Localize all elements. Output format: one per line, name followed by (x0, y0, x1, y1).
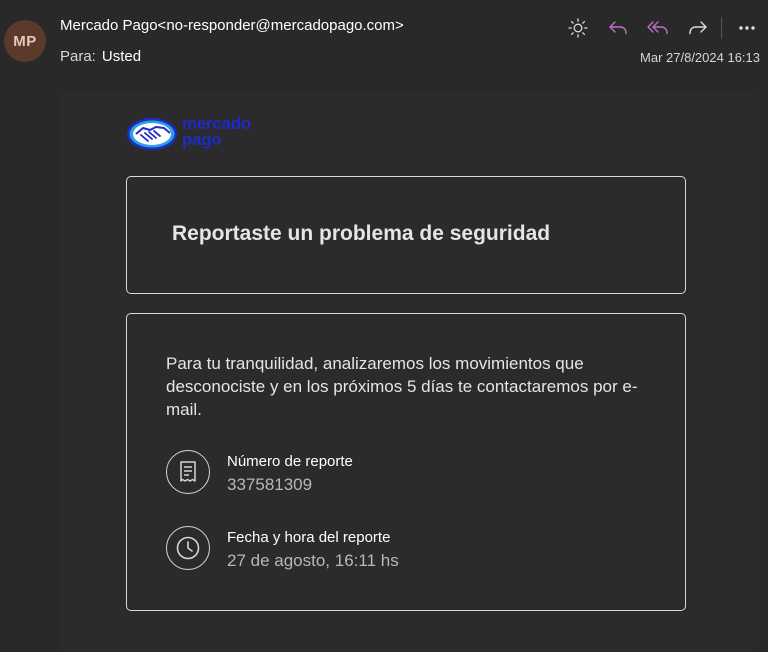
report-date-label: Fecha y hora del reporte (227, 529, 391, 546)
sun-icon (568, 18, 588, 38)
logo-wordmark: mercado pago (182, 115, 251, 149)
message-actions (553, 13, 762, 43)
more-actions-button[interactable] (732, 13, 762, 43)
logo-line2: pago (182, 130, 222, 149)
reply-all-icon (647, 21, 668, 35)
email-title: Reportaste un problema de seguridad (172, 222, 551, 245)
clock-icon (166, 526, 210, 570)
forward-icon (689, 21, 707, 35)
reply-all-button[interactable] (643, 13, 673, 43)
receipt-icon (166, 450, 210, 494)
switch-background-button[interactable] (563, 13, 593, 43)
reply-icon (609, 21, 627, 35)
email-paragraph: Para tu tranquilidad, analizaremos los m… (166, 354, 638, 419)
sender-avatar[interactable]: MP (4, 20, 46, 62)
report-number-label: Número de reporte (227, 453, 353, 470)
title-card: Reportaste un problema de seguridad (126, 176, 686, 294)
recipient-name[interactable]: Usted (102, 48, 141, 65)
toolbar-divider (721, 17, 722, 39)
to-label: Para: (60, 48, 96, 65)
reply-button[interactable] (603, 13, 633, 43)
email-body: mercado pago Reportaste un problema de s… (60, 92, 753, 652)
recipient-line: Para: Usted (60, 48, 141, 65)
sender-name[interactable]: Mercado Pago<no-responder@mercadopago.co… (60, 17, 404, 34)
handshake-logo-icon (127, 118, 177, 150)
details-card: Para tu tranquilidad, analizaremos los m… (126, 313, 686, 611)
mercado-pago-logo: mercado pago (126, 115, 266, 156)
report-date-value: 27 de agosto, 16:11 hs (227, 551, 399, 570)
more-icon (739, 26, 755, 30)
message-date: Mar 27/8/2024 16:13 (640, 50, 760, 65)
forward-button[interactable] (683, 13, 713, 43)
report-number-value: 337581309 (227, 475, 313, 494)
